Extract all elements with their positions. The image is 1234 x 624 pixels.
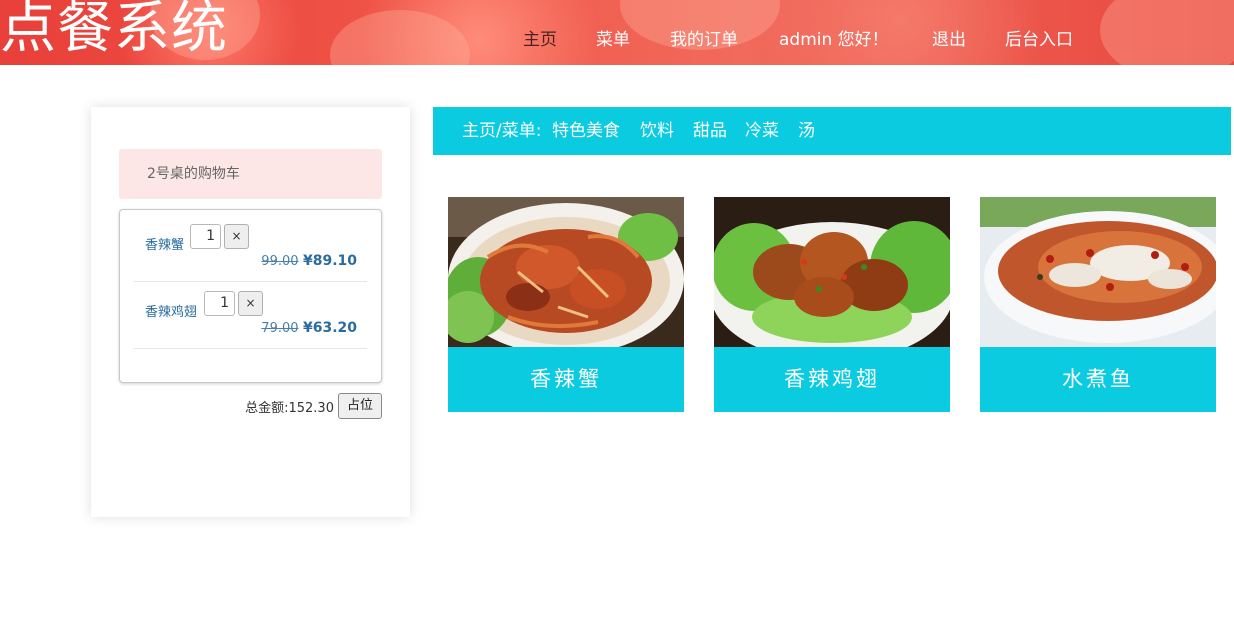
cart-item: 香辣蟹 1 × 99.00 ¥89.10 bbox=[134, 210, 367, 282]
cart-item-name[interactable]: 香辣鸡翅 bbox=[145, 301, 197, 320]
category-cold-dishes[interactable]: 冷菜 bbox=[745, 120, 779, 142]
crab-dish-photo[interactable] bbox=[448, 197, 684, 347]
dish-name[interactable]: 水煮鱼 bbox=[980, 347, 1216, 412]
cart-total: 总金额:152.30 bbox=[245, 400, 334, 416]
cart-items-box: 香辣蟹 1 × 99.00 ¥89.10 香辣鸡翅 1 × 79.00 ¥63.… bbox=[119, 209, 382, 383]
header-decoration bbox=[330, 10, 470, 65]
breadcrumb-bar: 主页/菜单: 特色美食 饮料 甜品 冷菜 汤 bbox=[433, 107, 1231, 155]
reserve-button[interactable]: 占位 bbox=[337, 393, 382, 419]
nav-menu[interactable]: 菜单 bbox=[596, 29, 630, 51]
nav-admin-entry[interactable]: 后台入口 bbox=[1005, 29, 1073, 51]
cart-item-price: 79.00 ¥63.20 bbox=[261, 320, 357, 336]
dish-name[interactable]: 香辣蟹 bbox=[448, 347, 684, 412]
site-logo[interactable]: 点餐系统 bbox=[0, 0, 228, 62]
remove-item-button[interactable]: × bbox=[224, 224, 249, 249]
breadcrumb: 主页/菜单: bbox=[462, 121, 542, 141]
quantity-input[interactable]: 1 bbox=[190, 224, 221, 249]
quantity-input[interactable]: 1 bbox=[204, 291, 235, 316]
header-decoration bbox=[1100, 0, 1234, 65]
cart-title: 2号桌的购物车 bbox=[119, 149, 382, 199]
remove-item-button[interactable]: × bbox=[238, 291, 263, 316]
cart-panel: 2号桌的购物车 香辣蟹 1 × 99.00 ¥89.10 香辣鸡翅 1 × 79… bbox=[91, 107, 410, 517]
boiled-fish-photo[interactable] bbox=[980, 197, 1216, 347]
category-desserts[interactable]: 甜品 bbox=[693, 120, 727, 142]
category-drinks[interactable]: 饮料 bbox=[640, 120, 674, 142]
category-soup[interactable]: 汤 bbox=[798, 120, 815, 142]
dish-card[interactable]: 香辣鸡翅 bbox=[714, 197, 950, 412]
site-header: 点餐系统 主页 菜单 我的订单 admin 您好！ 退出 后台入口 bbox=[0, 0, 1234, 65]
nav-my-orders[interactable]: 我的订单 bbox=[670, 29, 738, 51]
discount-price: ¥89.10 bbox=[302, 253, 357, 269]
cart-item-name[interactable]: 香辣蟹 bbox=[145, 234, 184, 253]
dish-card[interactable]: 香辣蟹 bbox=[448, 197, 684, 412]
category-specialty[interactable]: 特色美食 bbox=[552, 120, 620, 142]
discount-price: ¥63.20 bbox=[302, 320, 357, 336]
nav-logout[interactable]: 退出 bbox=[932, 29, 966, 51]
cart-item: 香辣鸡翅 1 × 79.00 ¥63.20 bbox=[134, 277, 367, 349]
cart-item-price: 99.00 ¥89.10 bbox=[261, 253, 357, 269]
dish-card[interactable]: 水煮鱼 bbox=[980, 197, 1216, 412]
original-price: 99.00 bbox=[261, 254, 299, 269]
cart-total-row: 总金额:152.30 占位 bbox=[245, 393, 382, 419]
nav-home[interactable]: 主页 bbox=[523, 29, 557, 51]
chicken-wings-photo[interactable] bbox=[714, 197, 950, 347]
nav-user-greeting[interactable]: admin 您好！ bbox=[779, 29, 889, 51]
original-price: 79.00 bbox=[261, 321, 299, 336]
dish-name[interactable]: 香辣鸡翅 bbox=[714, 347, 950, 412]
